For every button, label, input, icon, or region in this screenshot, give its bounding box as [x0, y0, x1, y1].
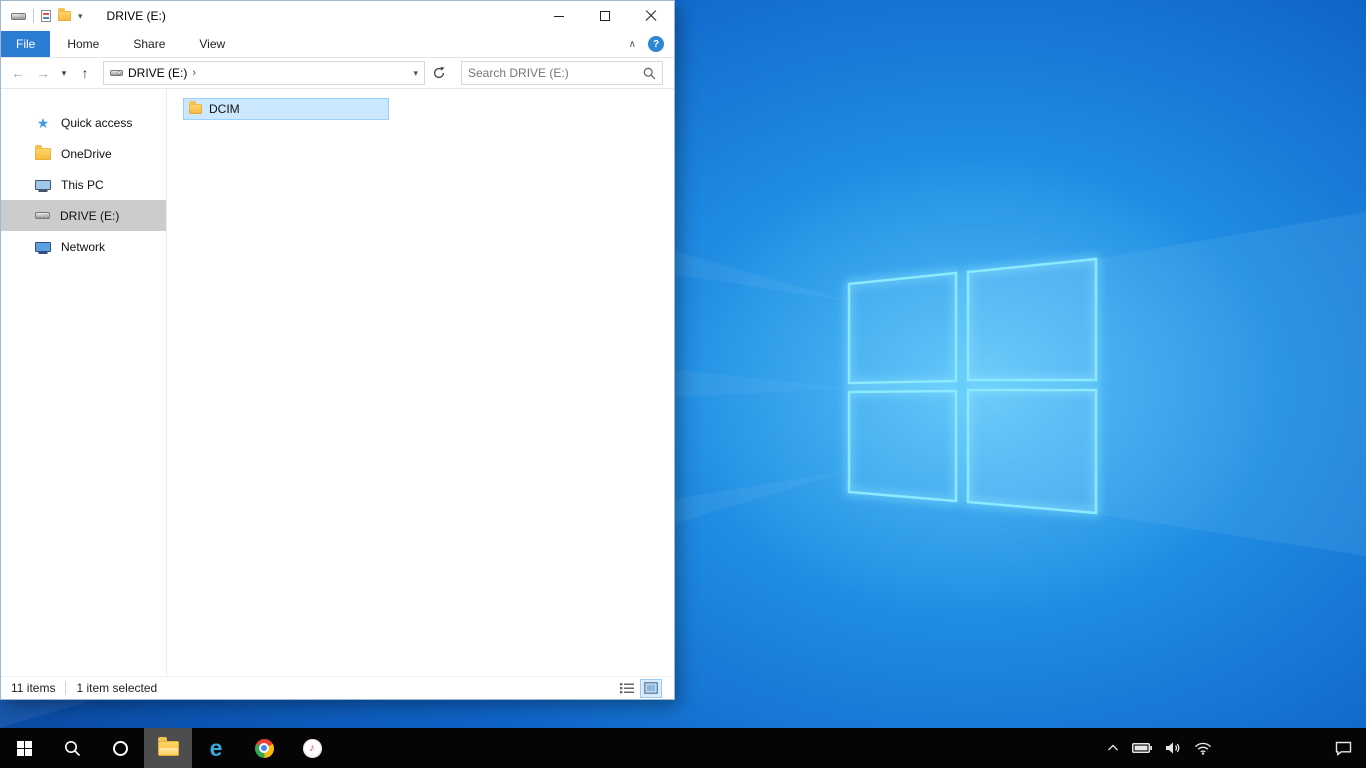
sidebar-item-label: DRIVE (E:) [60, 208, 120, 223]
tab-share[interactable]: Share [116, 31, 182, 57]
sidebar-item-this-pc[interactable]: This PC [1, 169, 166, 200]
file-explorer-icon [157, 737, 179, 756]
taskbar-chrome-button[interactable] [240, 728, 288, 768]
maximize-button[interactable] [582, 1, 628, 31]
qat-new-folder-icon[interactable] [58, 8, 71, 21]
taskbar-file-explorer-button[interactable] [144, 728, 192, 768]
sidebar-item-drive-e[interactable]: DRIVE (E:) [1, 200, 166, 231]
status-selection-count: 1 item selected [76, 681, 158, 695]
network-icon [35, 241, 51, 252]
chrome-icon [254, 738, 274, 758]
quick-access-toolbar: ▾ [1, 8, 83, 23]
drive-icon [35, 212, 50, 219]
tab-file[interactable]: File [1, 31, 51, 57]
refresh-icon [434, 66, 445, 79]
folder-icon [189, 101, 202, 114]
window-controls [536, 1, 674, 31]
start-button[interactable] [0, 728, 48, 768]
cortana-icon [112, 740, 128, 756]
itunes-icon: ♪ [302, 738, 322, 758]
large-icons-view-button[interactable] [640, 678, 662, 698]
battery-tray-button[interactable] [1132, 742, 1152, 754]
battery-icon [1132, 743, 1152, 753]
tab-view[interactable]: View [182, 31, 242, 57]
ribbon-right-controls: ∧ ? [629, 31, 674, 57]
close-button[interactable] [628, 1, 674, 31]
action-center-icon [1335, 741, 1351, 756]
network-tray-button[interactable] [1194, 742, 1212, 755]
qat-customize-chevron-icon[interactable]: ▾ [78, 11, 83, 21]
show-hidden-icons-button[interactable] [1107, 744, 1119, 752]
taskbar: e ♪ [0, 728, 1366, 768]
search-box [461, 61, 663, 85]
file-item-label: DCIM [209, 102, 240, 116]
breadcrumb-segment[interactable]: DRIVE (E:) [128, 66, 187, 80]
forward-button[interactable]: → [32, 66, 54, 80]
file-list-pane[interactable]: DCIM [167, 89, 674, 676]
system-tray [1107, 728, 1212, 768]
sidebar-item-label: OneDrive [61, 146, 112, 161]
window-title: DRIVE (E:) [106, 9, 166, 23]
screen: ▾ DRIVE (E:) File Home Share View ∧ ? ← … [0, 0, 1366, 768]
taskbar-itunes-button[interactable]: ♪ [288, 728, 336, 768]
up-button[interactable]: ↑ [74, 66, 96, 80]
ribbon-tab-strip: File Home Share View ∧ ? [1, 31, 674, 58]
folder-icon [35, 144, 51, 160]
details-view-button[interactable] [616, 679, 638, 698]
back-button[interactable]: ← [7, 66, 29, 80]
cortana-button[interactable] [96, 728, 144, 768]
windows-logo-icon [16, 740, 32, 756]
taskbar-search-button[interactable] [48, 728, 96, 768]
internet-explorer-icon: e [209, 734, 223, 761]
collapse-ribbon-icon[interactable]: ∧ [629, 39, 636, 50]
speaker-icon [1166, 742, 1180, 754]
recent-locations-chevron-icon[interactable]: ▾ [57, 68, 71, 78]
navigation-pane: ★ Quick access OneDrive This PC DRIVE (E… [1, 89, 167, 676]
status-bar: 11 items 1 item selected [1, 676, 674, 699]
sidebar-item-label: Quick access [61, 115, 133, 130]
chevron-up-icon [1108, 744, 1118, 751]
sidebar-item-onedrive[interactable]: OneDrive [1, 138, 166, 169]
view-toggle-buttons [616, 678, 662, 698]
status-separator [65, 681, 67, 695]
navigation-bar: ← → ▾ ↑ DRIVE (E:) › ▾ [1, 58, 674, 89]
computer-icon [35, 179, 51, 190]
sidebar-item-quick-access[interactable]: ★ Quick access [1, 107, 166, 138]
qat-properties-icon[interactable] [41, 10, 51, 22]
taskbar-internet-explorer-button[interactable]: e [192, 728, 240, 768]
help-button[interactable]: ? [648, 36, 664, 52]
volume-tray-button[interactable] [1165, 741, 1181, 755]
qat-separator [33, 9, 34, 23]
star-icon: ★ [36, 114, 50, 131]
maximize-icon [600, 11, 610, 21]
tab-home[interactable]: Home [50, 31, 116, 57]
file-item-dcim[interactable]: DCIM [183, 98, 389, 120]
file-explorer-window: ▾ DRIVE (E:) File Home Share View ∧ ? ← … [0, 0, 675, 700]
minimize-icon [554, 15, 564, 17]
address-bar[interactable]: DRIVE (E:) › ▾ [103, 61, 425, 85]
close-icon [645, 10, 657, 22]
details-view-icon [620, 683, 634, 694]
large-icons-view-icon [644, 682, 658, 694]
titlebar: ▾ DRIVE (E:) [1, 1, 674, 31]
address-dropdown-icon[interactable]: ▾ [413, 68, 418, 79]
minimize-button[interactable] [536, 1, 582, 31]
sidebar-item-network[interactable]: Network [1, 231, 166, 262]
search-icon[interactable] [643, 67, 656, 80]
sidebar-item-label: Network [61, 239, 106, 254]
search-input[interactable] [468, 66, 639, 80]
window-drive-icon [11, 12, 26, 20]
refresh-button[interactable] [428, 66, 450, 80]
breadcrumb-drive-icon [110, 70, 123, 76]
window-body: ★ Quick access OneDrive This PC DRIVE (E… [1, 89, 674, 676]
status-item-count: 11 items [11, 681, 56, 695]
wifi-icon [1195, 742, 1211, 755]
sidebar-item-label: This PC [61, 177, 104, 192]
action-center-button[interactable] [1320, 728, 1366, 768]
search-icon [64, 740, 80, 756]
breadcrumb-chevron-icon[interactable]: › [192, 67, 196, 79]
